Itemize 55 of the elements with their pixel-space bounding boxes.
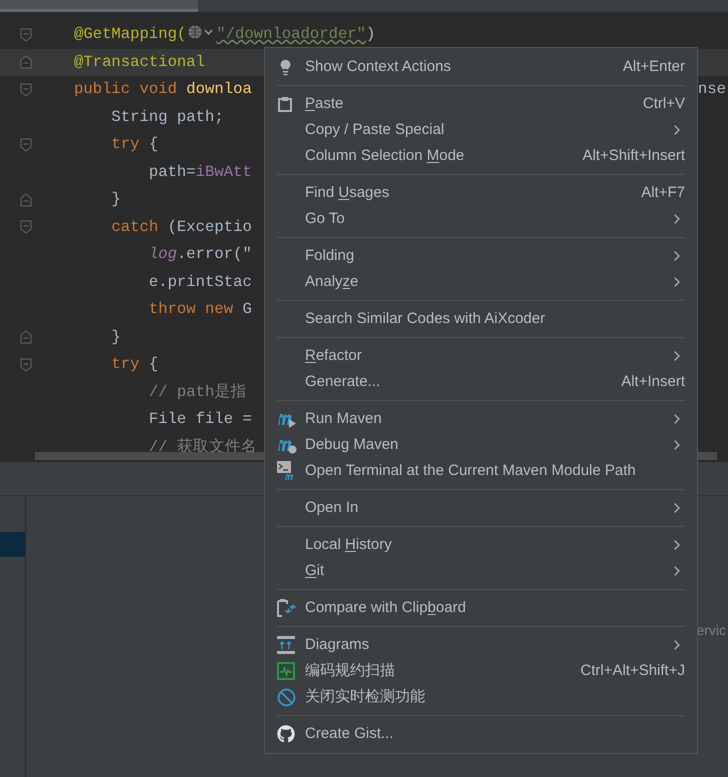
fold-marker-icon[interactable] bbox=[20, 138, 32, 152]
menu-item-label: Diagrams bbox=[305, 634, 370, 655]
shortcut-label: Alt+Enter bbox=[622, 56, 685, 77]
menu-item-label: Open In bbox=[305, 498, 358, 518]
code-text: try { bbox=[110, 354, 158, 376]
code-text: public void downloa bbox=[74, 79, 252, 100]
menu-item-label: Compare with Clipboard bbox=[305, 598, 466, 618]
code-text: path=iBwAtt bbox=[148, 162, 252, 183]
menu-item-label: Create Gist... bbox=[305, 724, 394, 744]
code-text: e.printStac bbox=[148, 272, 252, 293]
code-text: // path是指 bbox=[148, 382, 246, 403]
menu-item-label: Generate... bbox=[305, 372, 380, 392]
menu-item-label: Folding bbox=[305, 246, 354, 266]
menu-item-label: Run Maven bbox=[305, 408, 382, 429]
shortcut-label: Alt+Shift+Insert bbox=[582, 146, 685, 166]
shortcut-label: Ctrl+V bbox=[642, 94, 685, 114]
menu-item-label: Paste bbox=[305, 94, 344, 114]
code-text: } bbox=[110, 326, 121, 348]
fold-marker-icon[interactable] bbox=[20, 358, 32, 372]
fold-marker-icon[interactable] bbox=[20, 28, 32, 42]
menu-item-label: Go To bbox=[305, 208, 345, 229]
fold-marker-icon[interactable] bbox=[20, 82, 32, 97]
code-text: nse bbox=[698, 79, 726, 100]
code-text: log.error(" bbox=[148, 244, 252, 266]
menu-item-label: Git bbox=[305, 560, 324, 581]
menu-item-label: Refactor bbox=[305, 346, 362, 366]
shortcut-label: Ctrl+Alt+Shift+J bbox=[580, 660, 685, 681]
code-text: @Transactional bbox=[74, 52, 206, 73]
shortcut-label: Alt+F7 bbox=[641, 182, 685, 203]
code-text: throw new G bbox=[148, 299, 252, 320]
menu-item-label: Copy / Paste Special bbox=[305, 120, 444, 140]
code-text: try { bbox=[110, 134, 158, 156]
menu-item-label: Show Context Actions bbox=[305, 56, 451, 77]
menu-item-label: 关闭实时检测功能 bbox=[305, 686, 425, 707]
menu-item-label: Local History bbox=[305, 534, 392, 555]
menu-item-label: Analyze bbox=[305, 272, 358, 292]
menu-item-label: Search Similar Codes with AiXcoder bbox=[305, 308, 546, 329]
menu-item-label: Open Terminal at the Current Maven Module Path bbox=[305, 460, 636, 481]
code-text: @GetMapping( "/downloadorder") bbox=[74, 23, 376, 46]
code-text: } bbox=[110, 189, 121, 210]
fold-marker-icon[interactable] bbox=[20, 55, 32, 70]
code-text: String path; bbox=[110, 106, 224, 128]
globe-icon[interactable] bbox=[187, 24, 216, 40]
code-text: catch (Exceptio bbox=[110, 216, 252, 238]
editor-tab[interactable] bbox=[0, 0, 198, 12]
menu-item-label: 编码规约扫描 bbox=[305, 660, 395, 681]
fold-marker-icon[interactable] bbox=[20, 330, 32, 344]
fold-marker-icon[interactable] bbox=[20, 220, 32, 234]
shortcut-label: Alt+Insert bbox=[621, 372, 685, 392]
panel-text: ervic bbox=[696, 621, 726, 640]
menu-item-label: Debug Maven bbox=[305, 434, 398, 455]
menu-item-label: Column Selection Mode bbox=[305, 146, 464, 166]
fold-marker-icon[interactable] bbox=[20, 192, 32, 207]
menu-item-label: Find Usages bbox=[305, 182, 390, 203]
code-text: File file = bbox=[148, 409, 252, 430]
